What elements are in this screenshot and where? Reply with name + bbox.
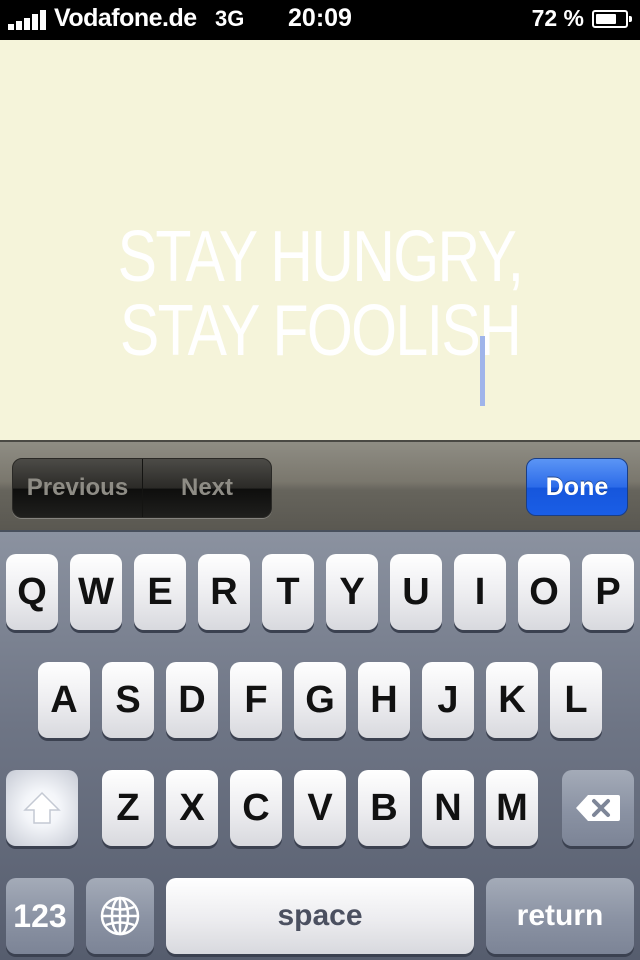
- note-text-area[interactable]: STAY HUNGRY, STAY FOOLISH: [0, 40, 640, 440]
- key-b[interactable]: B: [358, 770, 410, 846]
- key-y[interactable]: Y: [326, 554, 378, 630]
- key-t[interactable]: T: [262, 554, 314, 630]
- battery-icon: [592, 10, 632, 28]
- key-p[interactable]: P: [582, 554, 634, 630]
- key-h[interactable]: H: [358, 662, 410, 738]
- key-w[interactable]: W: [70, 554, 122, 630]
- key-n[interactable]: N: [422, 770, 474, 846]
- key-d[interactable]: D: [166, 662, 218, 738]
- key-u[interactable]: U: [390, 554, 442, 630]
- key-k[interactable]: K: [486, 662, 538, 738]
- shift-key[interactable]: [6, 770, 78, 846]
- globe-icon: [100, 896, 140, 936]
- key-f[interactable]: F: [230, 662, 282, 738]
- return-key[interactable]: return: [486, 878, 634, 954]
- key-o[interactable]: O: [518, 554, 570, 630]
- key-q[interactable]: Q: [6, 554, 58, 630]
- next-button[interactable]: Next: [143, 459, 271, 517]
- key-l[interactable]: L: [550, 662, 602, 738]
- key-i[interactable]: I: [454, 554, 506, 630]
- keyboard: QWERTYUIOP ASDFGHJKL ZXCVBNM 123 space r…: [0, 530, 640, 960]
- status-bar: Vodafone.de 3G 20:09 72 %: [0, 0, 640, 40]
- form-accessory-bar: Previous Next Done: [0, 440, 640, 530]
- key-m[interactable]: M: [486, 770, 538, 846]
- key-j[interactable]: J: [422, 662, 474, 738]
- numbers-key[interactable]: 123: [6, 878, 74, 954]
- delete-key[interactable]: [562, 770, 634, 846]
- space-key[interactable]: space: [166, 878, 474, 954]
- globe-key[interactable]: [86, 878, 154, 954]
- notes-editor-screen: Vodafone.de 3G 20:09 72 % STAY HUNGRY, S…: [0, 0, 640, 960]
- key-r[interactable]: R: [198, 554, 250, 630]
- key-a[interactable]: A: [38, 662, 90, 738]
- key-s[interactable]: S: [102, 662, 154, 738]
- key-v[interactable]: V: [294, 770, 346, 846]
- key-x[interactable]: X: [166, 770, 218, 846]
- note-text-line: STAY FOOLISH: [119, 291, 522, 371]
- backspace-icon: [576, 795, 620, 821]
- previous-next-control: Previous Next: [12, 458, 272, 518]
- battery-percentage: 72 %: [531, 5, 584, 31]
- shift-arrow-icon: [23, 791, 61, 824]
- done-button[interactable]: Done: [526, 458, 628, 516]
- key-z[interactable]: Z: [102, 770, 154, 846]
- text-cursor: [480, 336, 485, 406]
- previous-button[interactable]: Previous: [13, 459, 143, 517]
- key-e[interactable]: E: [134, 554, 186, 630]
- key-g[interactable]: G: [294, 662, 346, 738]
- note-text-line: STAY HUNGRY,: [117, 217, 524, 297]
- key-c[interactable]: C: [230, 770, 282, 846]
